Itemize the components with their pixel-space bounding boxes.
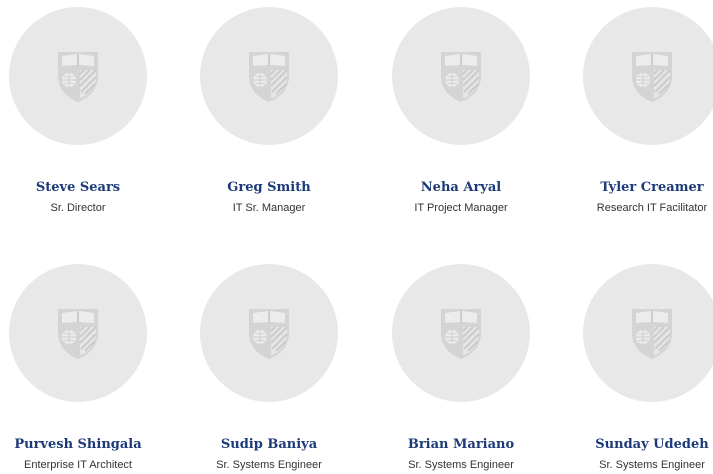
university-shield-icon [55,305,101,361]
avatar[interactable] [583,264,713,402]
member-name[interactable]: Greg Smith [179,180,359,196]
avatar[interactable] [200,264,338,402]
avatar[interactable] [583,7,713,145]
team-member-card[interactable]: Neha Aryal IT Project Manager [371,7,551,215]
avatar[interactable] [392,264,530,402]
member-title: Sr. Systems Engineer [216,459,322,471]
member-name[interactable]: Sunday Udedeh [562,437,713,453]
avatar[interactable] [392,7,530,145]
member-title: IT Project Manager [414,202,508,214]
member-title: IT Sr. Manager [232,202,306,214]
university-shield-icon [629,48,675,104]
team-member-card[interactable]: Sunday Udedeh Sr. Systems Engineer [562,264,713,472]
university-shield-icon [629,305,675,361]
member-name[interactable]: Tyler Creamer [562,180,713,196]
member-title: Research IT Facilitator [596,202,708,214]
university-shield-icon [55,48,101,104]
avatar[interactable] [9,264,147,402]
team-member-card[interactable]: Sudip Baniya Sr. Systems Engineer [179,264,359,472]
team-member-card[interactable]: Steve Sears Sr. Director [0,7,168,215]
team-member-card[interactable]: Purvesh Shingala Enterprise IT Architect [0,264,168,472]
university-shield-icon [246,48,292,104]
member-name[interactable]: Steve Sears [0,180,168,196]
team-member-card[interactable]: Greg Smith IT Sr. Manager [179,7,359,215]
team-grid: Steve Sears Sr. Director Greg Smith IT S… [0,0,713,474]
member-name[interactable]: Purvesh Shingala [0,437,168,453]
member-title: Sr. Systems Engineer [599,459,705,471]
team-member-card[interactable]: Tyler Creamer Research IT Facilitator [562,7,713,215]
university-shield-icon [438,48,484,104]
avatar[interactable] [200,7,338,145]
avatar[interactable] [9,7,147,145]
member-name[interactable]: Sudip Baniya [179,437,359,453]
university-shield-icon [438,305,484,361]
university-shield-icon [246,305,292,361]
member-title: Sr. Systems Engineer [408,459,514,471]
member-name[interactable]: Neha Aryal [371,180,551,196]
member-title: Enterprise IT Architect [23,459,132,471]
member-title: Sr. Director [50,202,106,214]
team-member-card[interactable]: Brian Mariano Sr. Systems Engineer [371,264,551,472]
member-name[interactable]: Brian Mariano [371,437,551,453]
